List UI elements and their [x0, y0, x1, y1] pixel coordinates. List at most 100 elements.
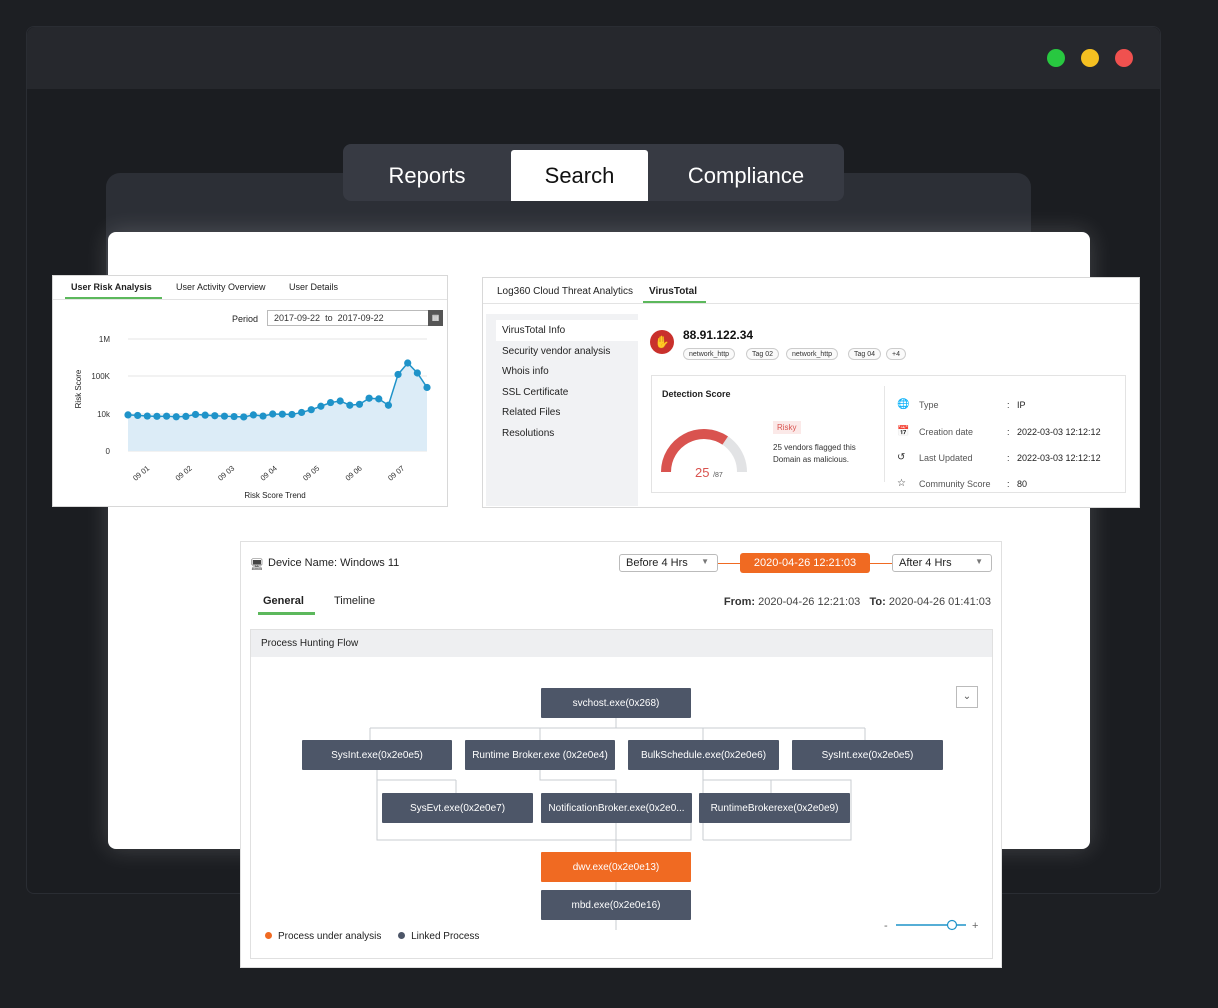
timeline-connector — [870, 563, 892, 564]
data-point — [394, 370, 402, 379]
flow-legend: Process under analysis Linked Process — [265, 931, 479, 942]
process-node-root[interactable]: svchost.exe(0x268) — [541, 688, 691, 718]
x-tick-label: 09 05 — [301, 464, 321, 483]
close-button[interactable] — [1115, 49, 1133, 67]
sidebar-item-virustotal-info[interactable]: VirusTotal Info — [496, 320, 638, 341]
x-tick-label: 09 01 — [131, 464, 151, 483]
tab-threat-analytics[interactable]: Log360 Cloud Threat Analytics — [497, 286, 633, 297]
data-point — [317, 402, 325, 410]
chevron-down-icon: ▼ — [975, 557, 983, 566]
sidebar-item-related-files[interactable]: Related Files — [496, 402, 638, 423]
x-tick-label: 09 03 — [216, 464, 236, 483]
info-colon: : — [1007, 400, 1010, 410]
maximize-button[interactable] — [1047, 49, 1065, 67]
tag-chip[interactable]: network_http — [683, 348, 736, 360]
data-point — [182, 412, 190, 421]
history-icon: ↺ — [897, 452, 906, 463]
y-tick-label: 0 — [106, 447, 111, 456]
data-point — [404, 359, 412, 367]
info-colon: : — [1007, 479, 1010, 489]
to-value: 2020-04-26 01:41:03 — [888, 596, 991, 608]
zoom-slider[interactable]: - + — [884, 917, 984, 933]
sidebar-item-ssl-certificate[interactable]: SSL Certificate — [496, 382, 638, 403]
vt-body: VirusTotal Info Security vendor analysis… — [486, 314, 1138, 506]
info-value: 2022-03-03 12:12:12 — [1017, 427, 1101, 437]
process-node[interactable]: BulkSchedule.exe(0x2e0e6) — [628, 740, 779, 770]
tag-chip[interactable]: network_http — [786, 348, 839, 360]
after-select-value: After 4 Hrs — [899, 557, 952, 569]
x-tick-label: 09 07 — [386, 464, 406, 483]
y-tick-label: 10k — [97, 410, 111, 419]
y-axis-label: Risk Score — [74, 369, 83, 408]
data-point — [201, 411, 209, 419]
info-label: Last Updated — [919, 453, 973, 463]
sidebar-item-resolutions[interactable]: Resolutions — [496, 423, 638, 444]
data-point — [278, 410, 286, 418]
timeline-connector — [718, 563, 740, 564]
data-point — [172, 413, 180, 421]
data-point — [220, 412, 229, 420]
zoom-out-icon: - — [884, 920, 888, 932]
data-point — [365, 394, 373, 402]
detection-description: 25 vendors flagged this Domain as malici… — [773, 443, 856, 464]
info-label: Creation date — [919, 427, 974, 437]
process-node[interactable]: SysInt.exe(0x2e0e5) — [302, 740, 452, 770]
tag-chip[interactable]: Tag 02 — [746, 348, 780, 360]
process-flow-panel: Process Hunting Flow ⌄ svchost.exe(0x268… — [250, 629, 993, 959]
y-tick-label: 1M — [99, 335, 110, 344]
window-title-bar — [27, 27, 1160, 89]
active-tab-underline — [643, 301, 706, 303]
tab-virustotal[interactable]: VirusTotal — [649, 286, 697, 297]
process-node[interactable]: SysEvt.exe(0x2e0e7) — [382, 793, 533, 823]
data-point — [124, 411, 132, 419]
tab-timeline[interactable]: Timeline — [334, 595, 375, 607]
minimize-button[interactable] — [1081, 49, 1099, 67]
current-timestamp[interactable]: 2020-04-26 12:21:03 — [740, 553, 870, 573]
sidebar-item-security-vendor-analysis[interactable]: Security vendor analysis — [496, 341, 638, 362]
data-point — [162, 412, 171, 420]
tab-search[interactable]: Search — [511, 150, 648, 201]
data-point — [153, 412, 161, 420]
detection-panel: Detection Score 25 /87 Risky 25 vendors … — [651, 375, 1126, 493]
process-node-target[interactable]: dwv.exe(0x2e0e13) — [541, 852, 691, 882]
process-node-child[interactable]: mbd.exe(0x2e0e16) — [541, 890, 691, 920]
before-select[interactable]: Before 4 Hrs ▼ — [619, 554, 718, 572]
x-tick-label: 09 04 — [259, 464, 279, 483]
process-node[interactable]: NotificationBroker.exe(0x2e0... — [541, 793, 692, 823]
from-value: 2020-04-26 12:21:03 — [758, 596, 861, 608]
x-tick-label: 09 02 — [174, 464, 194, 483]
tab-reports[interactable]: Reports — [343, 150, 511, 201]
detection-score-title: Detection Score — [662, 389, 731, 399]
data-point — [346, 401, 354, 409]
score-value: 25 — [695, 465, 710, 480]
data-point — [384, 401, 393, 409]
more-tags-chip[interactable]: +4 — [886, 348, 906, 360]
tab-compliance[interactable]: Compliance — [648, 150, 844, 201]
data-point — [326, 398, 335, 407]
tag-chip[interactable]: Tag 04 — [848, 348, 882, 360]
data-point — [259, 412, 267, 420]
data-point — [355, 400, 364, 408]
process-node[interactable]: SysInt.exe(0x2e0e5) — [792, 740, 943, 770]
virustotal-card: Log360 Cloud Threat Analytics VirusTotal… — [482, 277, 1140, 508]
legend-label: Linked Process — [411, 931, 480, 942]
after-select[interactable]: After 4 Hrs ▼ — [892, 554, 992, 572]
collapse-button[interactable]: ⌄ — [956, 686, 978, 708]
info-colon: : — [1007, 427, 1010, 437]
info-label: Type — [919, 400, 939, 410]
risk-badge: Risky — [773, 421, 801, 434]
process-node[interactable]: RuntimeBrokerexe(0x2e0e9) — [699, 793, 850, 823]
process-node[interactable]: Runtime Broker.exe (0x2e0e4) — [465, 740, 615, 770]
stop-hand-icon: ✋ — [650, 330, 674, 354]
info-colon: : — [1007, 453, 1010, 463]
vt-main: ✋ 88.91.122.34 network_http Tag 02 netwo… — [638, 314, 1138, 506]
sidebar-item-whois-info[interactable]: Whois info — [496, 361, 638, 382]
vt-card-tabs: Log360 Cloud Threat Analytics VirusTotal — [483, 278, 1139, 304]
data-point — [249, 411, 257, 419]
tab-general[interactable]: General — [263, 595, 304, 607]
info-value: 80 — [1017, 479, 1028, 489]
user-risk-card: User Risk Analysis User Activity Overvie… — [52, 275, 448, 507]
device-name: Device Name: Windows 11 — [268, 557, 400, 569]
date-range: From: 2020-04-26 12:21:03 To: 2020-04-26… — [724, 596, 991, 608]
x-tick-label: 09 06 — [344, 464, 364, 483]
